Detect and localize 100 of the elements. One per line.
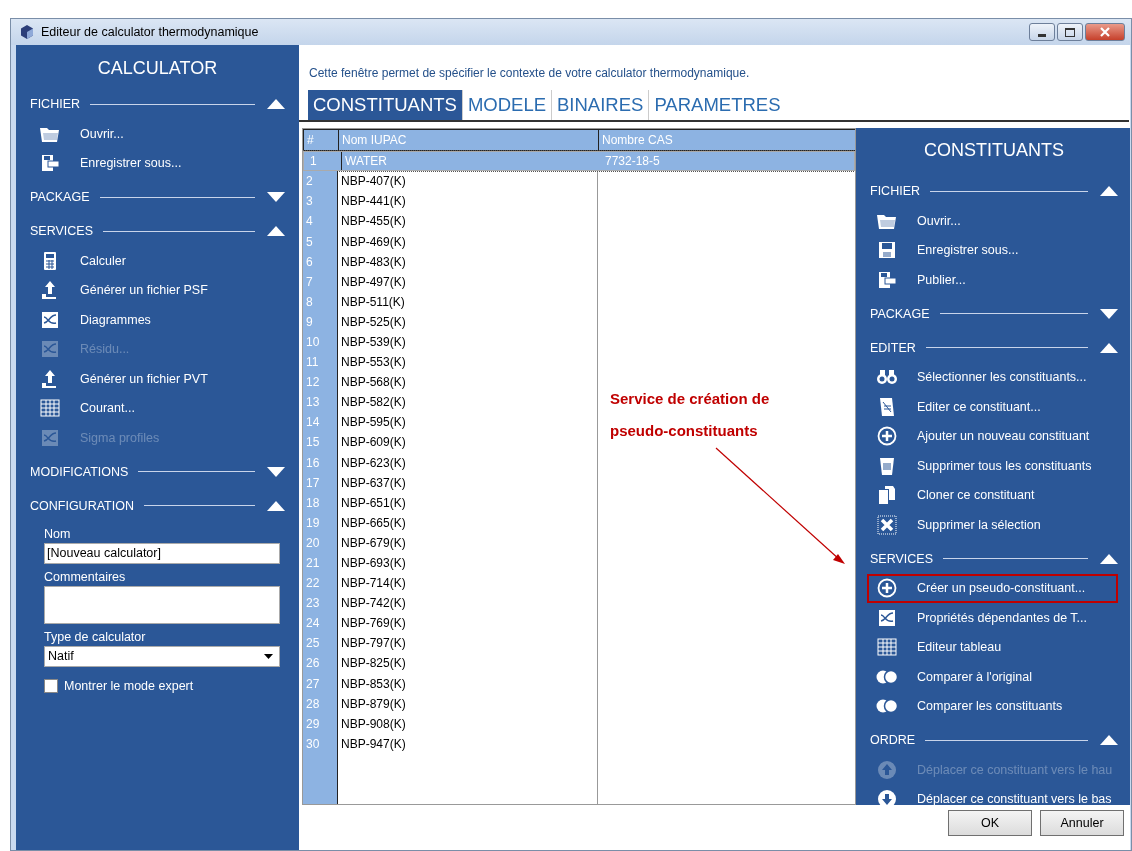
expand-arrow-icon[interactable]	[267, 192, 285, 202]
tab[interactable]: MODELE	[461, 90, 552, 120]
menu-item[interactable]: Calculer	[30, 246, 285, 276]
description-text: Cette fenêtre permet de spécifier le contexte de votre calculator thermodynamique.	[308, 65, 751, 82]
table-cell: NBP-623(K)	[337, 452, 597, 473]
plus-circle-icon	[877, 426, 897, 447]
table-cell: NBP-693(K)	[337, 552, 597, 574]
menu-item[interactable]: Propriétés dépendantes de T...	[867, 603, 1118, 633]
close-icon	[1100, 27, 1110, 37]
menu-item[interactable]: Comparer à l'original	[867, 662, 1118, 692]
field-label: Commentaires	[44, 569, 127, 584]
menu-item[interactable]: Générer un fichier PSF	[30, 275, 285, 305]
menu-item[interactable]: Courant...	[30, 393, 285, 423]
menu-item[interactable]: Générer un fichier PVT	[30, 364, 285, 394]
section-title: CONFIGURATION	[30, 498, 134, 513]
table-cell: NBP-797(K)	[337, 633, 597, 654]
calculator-icon	[42, 250, 58, 271]
table-cell: NBP-595(K)	[337, 412, 597, 433]
expand-arrow-icon[interactable]	[1100, 308, 1118, 319]
floppy-disk-icon	[877, 269, 897, 290]
chart-icon	[41, 428, 59, 447]
cancel-button[interactable]: Annuler	[1040, 810, 1124, 836]
expand-arrow-icon[interactable]	[267, 466, 285, 477]
table-icon	[40, 399, 60, 418]
tab[interactable]: CONSTITUANTS	[308, 90, 462, 120]
collapse-arrow-icon[interactable]	[1100, 342, 1118, 353]
collapse-arrow-icon[interactable]	[267, 226, 285, 236]
row-number: 24	[303, 613, 337, 634]
row-number: 5	[303, 231, 337, 252]
menu-item[interactable]: Ouvrir...	[30, 119, 285, 149]
row-number: 9	[303, 311, 337, 332]
table-cell: NBP-769(K)	[337, 613, 597, 634]
table-cell: NBP-497(K)	[337, 271, 597, 292]
table-cell: NBP-511(K)	[337, 291, 597, 312]
menu-item[interactable]: Publier...	[867, 265, 1118, 295]
maximize-button[interactable]	[1057, 23, 1083, 41]
row-number: 25	[303, 633, 337, 654]
section-title: PACKAGE	[30, 190, 90, 204]
menu-item[interactable]: Sélectionner les constituants...	[867, 362, 1118, 392]
table-cell: NBP-665(K)	[337, 512, 597, 533]
annotation-text: Service de création de pseudo-constituants	[610, 389, 770, 441]
menu-item[interactable]: Ouvrir...	[867, 206, 1118, 236]
section-title: SERVICES	[30, 224, 93, 238]
row-number: 3	[303, 191, 337, 212]
name-field[interactable]: [Nouveau calculator]	[44, 542, 280, 564]
section-title: ORDRE	[870, 733, 916, 747]
table-cell: NBP-714(K)	[337, 573, 597, 594]
tab[interactable]: BINAIRES	[551, 90, 649, 120]
app-logo-icon	[19, 24, 35, 40]
section-title: MODIFICATIONS	[30, 464, 129, 479]
collapse-arrow-icon[interactable]	[267, 99, 285, 109]
field-label: Nom	[44, 526, 72, 541]
menu-item[interactable]: Ajouter un nouveau constituant	[867, 421, 1118, 451]
menu-item[interactable]: Diagrammes	[30, 305, 285, 335]
row-number: 23	[303, 593, 337, 614]
panel-title: CALCULATOR	[96, 57, 219, 80]
menu-item[interactable]: Supprimer la sélection	[867, 510, 1118, 540]
table-cell: NBP-582(K)	[337, 392, 597, 413]
menu-item[interactable]: Déplacer ce constituant vers le bas	[867, 784, 1118, 805]
row-number: 28	[303, 693, 337, 714]
menu-item[interactable]: Enregistrer sous...	[30, 148, 285, 178]
checkbox[interactable]	[44, 678, 58, 693]
row-number: 8	[303, 291, 337, 312]
arrow-up-circle-icon	[877, 759, 897, 780]
row-number: 10	[303, 331, 337, 353]
table-cell: NBP-825(K)	[337, 653, 597, 674]
document-icon	[878, 396, 896, 417]
chart-icon	[41, 340, 59, 359]
row-number: 22	[303, 573, 337, 594]
menu-item[interactable]: Enregistrer sous...	[867, 235, 1118, 265]
overlapping-circles-icon	[876, 667, 898, 686]
collapse-arrow-icon[interactable]	[267, 500, 285, 511]
minimize-button[interactable]	[1029, 23, 1055, 41]
row-number: 12	[303, 372, 337, 393]
section-title: SERVICES	[870, 551, 933, 566]
table-cell: NBP-742(K)	[337, 593, 597, 614]
menu-item[interactable]: Comparer les constituants	[867, 691, 1118, 721]
type-dropdown[interactable]: Natif	[44, 645, 280, 667]
row-number: 13	[303, 392, 337, 413]
menu-item[interactable]: Créer un pseudo-constituant...	[867, 573, 1118, 603]
chart-icon	[41, 310, 59, 329]
menu-item[interactable]: Editeur tableau	[867, 632, 1118, 662]
row-number: 26	[303, 653, 337, 674]
collapse-arrow-icon[interactable]	[1100, 553, 1118, 564]
comments-field[interactable]	[44, 585, 280, 624]
tab[interactable]: PARAMETRES	[648, 90, 786, 120]
row-number: 11	[303, 352, 337, 373]
close-button[interactable]	[1085, 23, 1125, 41]
table-cell: NBP-469(K)	[337, 231, 597, 252]
collapse-arrow-icon[interactable]	[1100, 186, 1118, 196]
section-title: EDITER	[870, 340, 916, 355]
table-cell: NBP-553(K)	[337, 352, 597, 373]
plus-circle-icon	[877, 578, 897, 599]
menu-item[interactable]: Cloner ce constituant	[867, 480, 1118, 510]
menu-item[interactable]: Editer ce constituant...	[867, 392, 1118, 422]
ok-button[interactable]: OK	[948, 810, 1032, 836]
table-cell: NBP-525(K)	[337, 311, 597, 332]
menu-item[interactable]: Supprimer tous les constituants	[867, 451, 1118, 481]
collapse-arrow-icon[interactable]	[1100, 735, 1118, 745]
row-number: 19	[303, 512, 337, 533]
